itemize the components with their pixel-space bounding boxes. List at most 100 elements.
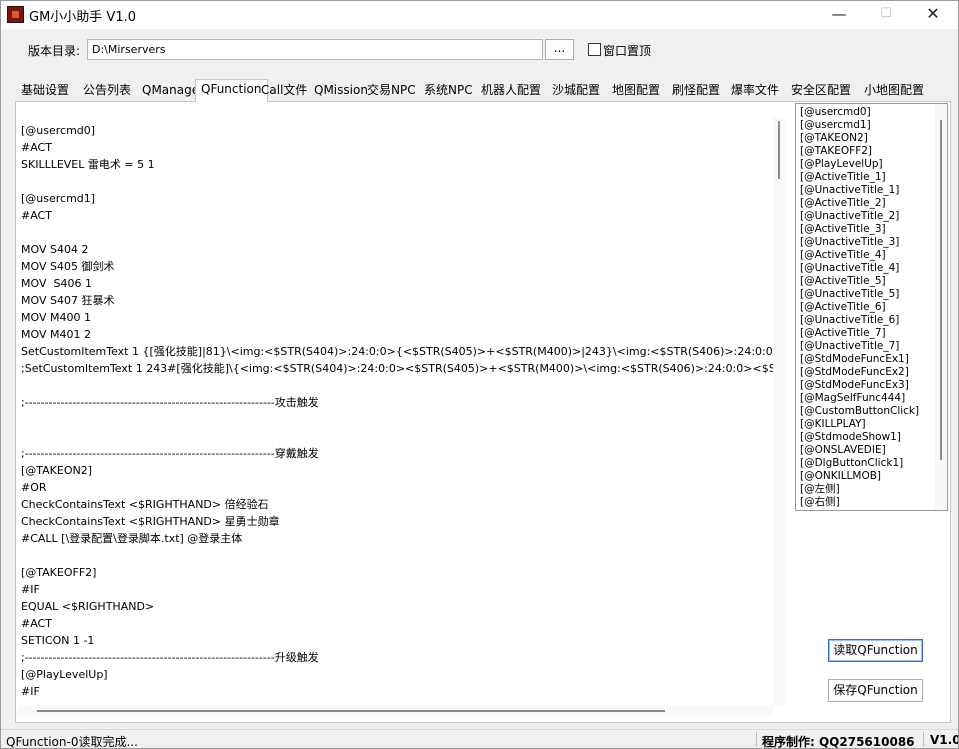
tab-robot-config[interactable]: 机器人配置 <box>481 82 541 102</box>
tab-map-config[interactable]: 地图配置 <box>612 82 660 102</box>
list-item[interactable]: [@ActiveTitle_2] <box>800 197 886 210</box>
title-bar[interactable]: GM小小助手 V1.0 — ☐ ✕ <box>1 1 958 29</box>
list-item[interactable]: [@ActiveTitle_5] <box>800 275 886 288</box>
editor-line: #OR <box>21 481 47 494</box>
list-item[interactable]: [@ActiveTitle_7] <box>800 327 886 340</box>
editor-line: MOV M401 2 <box>21 328 91 341</box>
read-qfunction-button[interactable]: 读取QFunction <box>828 639 923 662</box>
list-item[interactable]: [@usercmd1] <box>800 119 871 132</box>
status-version: V1.0 <box>930 733 959 747</box>
list-item[interactable]: [@右侧] <box>800 496 840 509</box>
list-item[interactable]: [@TAKEOFF2] <box>800 145 872 158</box>
editor-line: SETICON 1 -1 <box>21 634 95 647</box>
tab-qmanage[interactable]: QManage <box>142 82 199 102</box>
list-item[interactable]: [@UnactiveTitle_6] <box>800 314 899 327</box>
list-item[interactable]: [@TAKEON2] <box>800 132 868 145</box>
editor-line: CheckContainsText <$RIGHTHAND> 倍经验石 <box>21 498 269 511</box>
function-list[interactable]: [@usercmd0] [@usercmd1] [@TAKEON2] [@TAK… <box>795 103 948 511</box>
editor-line: SetCustomItemText 1 {[强化技能]|81}\<img:<$S… <box>21 345 785 358</box>
editor-line: [@TAKEOFF2] <box>21 566 97 579</box>
list-item[interactable]: [@左侧] <box>800 483 840 496</box>
list-item[interactable]: [@usercmd0] <box>800 106 871 119</box>
list-item[interactable]: [@UnactiveTitle_7] <box>800 340 899 353</box>
list-item[interactable]: [@ActiveTitle_1] <box>800 171 886 184</box>
editor-line: ;---------------------------------------… <box>21 447 319 460</box>
editor-line: #ACT <box>21 209 52 222</box>
list-item[interactable]: [@StdmodeShow1] <box>800 431 901 444</box>
app-icon <box>7 6 24 23</box>
tab-safe-zone-config[interactable]: 安全区配置 <box>791 82 851 102</box>
list-item[interactable]: [@ActiveTitle_3] <box>800 223 886 236</box>
close-icon: ✕ <box>926 4 940 23</box>
tab-drop-rate-files[interactable]: 爆率文件 <box>731 82 779 102</box>
editor-vertical-scrollbar[interactable] <box>773 117 785 705</box>
editor-line: MOV M400 1 <box>21 311 91 324</box>
list-item[interactable]: [@UnactiveTitle_5] <box>800 288 899 301</box>
script-editor[interactable]: [@usercmd0] #ACT SKILLLEVEL 雷电术 = 5 1 [@… <box>17 117 785 705</box>
editor-line: SKILLLEVEL 雷电术 = 5 1 <box>21 158 155 171</box>
list-item[interactable]: [@UnactiveTitle_2] <box>800 210 899 223</box>
editor-horizontal-scroll-thumb[interactable] <box>37 710 665 712</box>
tab-system-npc[interactable]: 系统NPC <box>424 82 473 102</box>
function-list-scrollbar[interactable] <box>935 104 947 510</box>
close-button[interactable]: ✕ <box>910 1 956 29</box>
editor-line: MOV S404 2 <box>21 243 89 256</box>
status-divider <box>923 732 924 747</box>
maximize-icon: ☐ <box>880 6 892 21</box>
list-item[interactable]: [@UnactiveTitle_4] <box>800 262 899 275</box>
editor-line: EQUAL <$RIGHTHAND> <box>21 600 155 613</box>
tab-announcements[interactable]: 公告列表 <box>83 82 131 102</box>
editor-line: ;SetCustomItemText 1 243#[强化技能]\{<img:<$… <box>21 362 785 375</box>
editor-vertical-scroll-thumb[interactable] <box>778 121 780 179</box>
tab-monster-spawn-config[interactable]: 刷怪配置 <box>672 82 720 102</box>
editor-line: #CALL [\登录配置\登录脚本.txt] @登录主体 <box>21 532 243 545</box>
list-item[interactable]: [@ONSLAVEDIE] <box>800 444 886 457</box>
tab-qmission[interactable]: QMission <box>314 82 368 102</box>
editor-horizontal-scrollbar[interactable] <box>17 705 773 717</box>
minimize-icon: — <box>831 5 847 23</box>
minimize-button[interactable]: — <box>816 1 862 29</box>
browse-button[interactable]: ... <box>545 39 574 60</box>
editor-line: ;---------------------------------------… <box>21 651 319 664</box>
tab-basic-settings[interactable]: 基础设置 <box>21 82 69 102</box>
list-item[interactable]: [@StdModeFuncEx3] <box>800 379 909 392</box>
topmost-label[interactable]: 窗口置顶 <box>603 42 651 59</box>
list-item[interactable]: [@ActiveTitle_4] <box>800 249 886 262</box>
tab-trade-npc[interactable]: 交易NPC <box>367 82 416 102</box>
app-window: GM小小助手 V1.0 — ☐ ✕ 版本目录: ... 窗口置顶 基础设置 公告… <box>0 0 959 749</box>
list-item[interactable]: [@UnactiveTitle_3] <box>800 236 899 249</box>
list-item[interactable]: [@StdModeFuncEx1] <box>800 353 909 366</box>
function-list-scroll-thumb[interactable] <box>940 120 942 460</box>
tab-minimap-config[interactable]: 小地图配置 <box>864 82 924 102</box>
status-message: QFunction-0读取完成... <box>6 735 138 749</box>
directory-input[interactable] <box>87 39 543 60</box>
editor-line: MOV S406 1 <box>21 277 92 290</box>
editor-line: #ACT <box>21 617 52 630</box>
tab-strip: 基础设置 公告列表 QManage QFunction Call文件 QMiss… <box>15 79 950 102</box>
directory-label: 版本目录: <box>28 44 81 58</box>
list-item[interactable]: [@UnactiveTitle_1] <box>800 184 899 197</box>
editor-line: [@PlayLevelUp] <box>21 668 108 681</box>
list-item[interactable]: [@StdModeFuncEx2] <box>800 366 909 379</box>
list-item[interactable]: [@MagSelfFunc444] <box>800 392 905 405</box>
editor-line: CheckContainsText <$RIGHTHAND> 星勇士勋章 <box>21 515 280 528</box>
editor-line: [@TAKEON2] <box>21 464 93 477</box>
tab-call-file[interactable]: Call文件 <box>261 82 307 102</box>
editor-line: ;---------------------------------------… <box>21 396 319 409</box>
list-item[interactable]: [@ONKILLMOB] <box>800 470 881 483</box>
tab-castle-config[interactable]: 沙城配置 <box>552 82 600 102</box>
window-title: GM小小助手 V1.0 <box>29 10 136 25</box>
maximize-button[interactable]: ☐ <box>863 1 909 29</box>
tab-qfunction[interactable]: QFunction <box>195 79 268 102</box>
save-qfunction-button[interactable]: 保存QFunction <box>828 679 923 702</box>
list-item[interactable]: [@DlgButtonClick1] <box>800 457 903 470</box>
list-item[interactable]: [@PlayLevelUp] <box>800 158 883 171</box>
list-item[interactable]: [@CustomButtonClick] <box>800 405 919 418</box>
status-bar: QFunction-0读取完成... 程序制作: QQ275610086 V1.… <box>1 729 959 749</box>
topmost-checkbox[interactable] <box>588 43 601 56</box>
list-item[interactable]: [@KILLPLAY] <box>800 418 866 431</box>
editor-line: [@usercmd0] <box>21 124 96 137</box>
status-maker: 程序制作: QQ275610086 <box>762 735 915 749</box>
editor-line: #ACT <box>21 141 52 154</box>
list-item[interactable]: [@ActiveTitle_6] <box>800 301 886 314</box>
